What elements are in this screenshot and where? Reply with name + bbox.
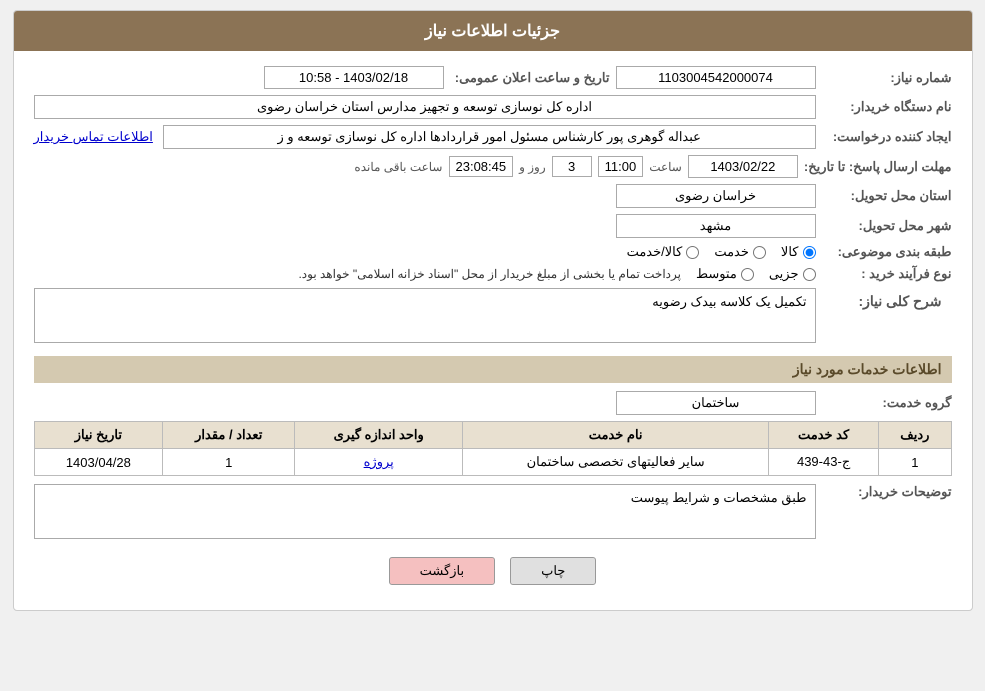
row-noe-farayand: نوع فرآیند خرید : جزیی متوسط پرداخت تمام… <box>34 266 952 282</box>
cell-kod: ج-43-439 <box>769 449 879 476</box>
shomara-value: 1103004542000074 <box>616 66 816 89</box>
tabaqe-radio-group: کالا خدمت کالا/خدمت <box>627 244 816 260</box>
back-button[interactable]: بازگشت <box>389 557 495 585</box>
mohlet-label: مهلت ارسال پاسخ: تا تاریخ: <box>804 159 952 175</box>
print-button[interactable]: چاپ <box>510 557 596 585</box>
page-title: جزئیات اطلاعات نیاز <box>425 23 560 40</box>
content-area: شماره نیاز: 1103004542000074 تاریخ و ساع… <box>14 51 972 610</box>
dastgah-label: نام دستگاه خریدار: <box>822 99 952 115</box>
shahr-value: مشهد <box>616 214 816 238</box>
tabaqe-khadamat-label: خدمت <box>714 244 749 260</box>
row-grooh: گروه خدمت: ساختمان <box>34 391 952 415</box>
noe-mottvaset-item[interactable]: متوسط <box>696 266 754 282</box>
row-ijad: ایجاد کننده درخواست: عبداله گوهری پور کا… <box>34 125 952 149</box>
cell-radif: 1 <box>879 449 951 476</box>
noe-jozi-item[interactable]: جزیی <box>769 266 816 282</box>
row-dastgah: نام دستگاه خریدار: اداره کل نوسازی توسعه… <box>34 95 952 119</box>
page-header: جزئیات اطلاعات نیاز <box>14 11 972 51</box>
row-shomara: شماره نیاز: 1103004542000074 تاریخ و ساع… <box>34 66 952 89</box>
ostan-value: خراسان رضوی <box>616 184 816 208</box>
button-row: چاپ بازگشت <box>34 557 952 585</box>
tozihat-label: توضیحات خریدار: <box>822 484 952 500</box>
noe-farayand-note: پرداخت تمام یا بخشی از مبلغ خریدار از مح… <box>298 267 681 281</box>
services-table: ردیف کد خدمت نام خدمت واحد اندازه گیری ت… <box>34 421 952 476</box>
tabaqe-kala-label: کالا <box>781 244 799 260</box>
noe-mottvaset-label: متوسط <box>696 266 737 282</box>
tarikh-label: تاریخ و ساعت اعلان عمومی: <box>450 70 610 86</box>
row-sharh: شرح کلی نیاز: تکمیل یک کلاسه بیدک رضویه <box>34 288 952 346</box>
grooh-label: گروه خدمت: <box>822 395 952 411</box>
noe-farayand-label: نوع فرآیند خرید : <box>822 266 952 282</box>
cell-vahed[interactable]: پروژه <box>295 449 463 476</box>
col-vahed: واحد اندازه گیری <box>295 422 463 449</box>
saat-label: ساعت <box>649 160 682 174</box>
cell-tarikh: 1403/04/28 <box>34 449 163 476</box>
mohlet-baqi: 23:08:45 <box>449 156 514 177</box>
tozihat-textarea[interactable]: طبق مشخصات و شرایط پیوست <box>34 484 816 539</box>
col-kod: کد خدمت <box>769 422 879 449</box>
noe-farayand-radio-group: جزیی متوسط پرداخت تمام یا بخشی از مبلغ خ… <box>298 266 815 282</box>
shahr-label: شهر محل تحویل: <box>822 218 952 234</box>
cell-nam: سایر فعالیتهای تخصصی ساختمان <box>463 449 769 476</box>
ostan-label: استان محل تحویل: <box>822 188 952 204</box>
tabaqe-label: طبقه بندی موضوعی: <box>822 244 952 260</box>
grooh-value: ساختمان <box>616 391 816 415</box>
mohlet-date: 1403/02/22 <box>688 155 798 178</box>
tabaqe-khadamat-item[interactable]: خدمت <box>714 244 766 260</box>
khadamat-header: اطلاعات خدمات مورد نیاز <box>34 356 952 383</box>
sharh-area: تکمیل یک کلاسه بیدک رضویه <box>34 288 816 346</box>
sharh-textarea[interactable]: تکمیل یک کلاسه بیدک رضویه <box>34 288 816 343</box>
row-shahr: شهر محل تحویل: مشهد <box>34 214 952 238</box>
table-header-row: ردیف کد خدمت نام خدمت واحد اندازه گیری ت… <box>34 422 951 449</box>
col-tarikh: تاریخ نیاز <box>34 422 163 449</box>
tabaqe-kala-khadamat-item[interactable]: کالا/خدمت <box>627 244 700 260</box>
ijad-value: عبداله گوهری پور کارشناس مسئول امور قرار… <box>163 125 816 149</box>
dastgah-value: اداره کل نوسازی توسعه و تجهیز مدارس استا… <box>34 95 816 119</box>
noe-mottvaset-radio[interactable] <box>741 268 754 281</box>
col-nam: نام خدمت <box>463 422 769 449</box>
main-container: جزئیات اطلاعات نیاز شماره نیاز: 11030045… <box>13 10 973 611</box>
mohlet-saat: 11:00 <box>598 156 644 177</box>
cell-tedad: 1 <box>163 449 295 476</box>
tabaqe-khadamat-radio[interactable] <box>753 246 766 259</box>
tabaqe-kala-radio[interactable] <box>803 246 816 259</box>
ijad-link[interactable]: اطلاعات تماس خریدار <box>34 129 153 145</box>
row-ostan: استان محل تحویل: خراسان رضوی <box>34 184 952 208</box>
tabaqe-kala-item[interactable]: کالا <box>781 244 816 260</box>
row-tabaqe: طبقه بندی موضوعی: کالا خدمت کالا/خدمت <box>34 244 952 260</box>
row-tozihat: توضیحات خریدار: طبق مشخصات و شرایط پیوست <box>34 484 952 542</box>
ijad-label: ایجاد کننده درخواست: <box>822 129 952 145</box>
noe-jozi-label: جزیی <box>769 266 799 282</box>
sharh-label: شرح کلی نیاز: <box>822 288 952 315</box>
tabaqe-kala-khadamat-radio[interactable] <box>686 246 699 259</box>
table-row: 1 ج-43-439 سایر فعالیتهای تخصصی ساختمان … <box>34 449 951 476</box>
tabaqe-kala-khadamat-label: کالا/خدمت <box>627 244 683 260</box>
mohlet-rooz: 3 <box>552 156 592 177</box>
col-tedad: تعداد / مقدار <box>163 422 295 449</box>
noe-jozi-radio[interactable] <box>803 268 816 281</box>
baqi-label: ساعت باقی مانده <box>354 160 442 174</box>
tarikh-value: 1403/02/18 - 10:58 <box>264 66 444 89</box>
rooz-label: روز و <box>519 160 546 174</box>
col-radif: ردیف <box>879 422 951 449</box>
tozihat-area: طبق مشخصات و شرایط پیوست <box>34 484 816 542</box>
shomara-label: شماره نیاز: <box>822 70 952 86</box>
row-mohlet: مهلت ارسال پاسخ: تا تاریخ: 1403/02/22 سا… <box>34 155 952 178</box>
